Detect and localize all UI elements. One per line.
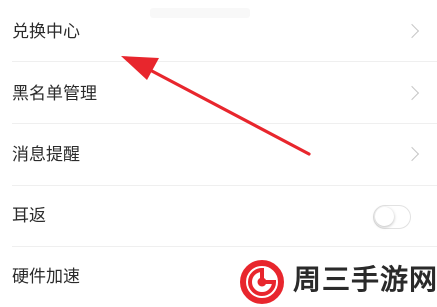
annotation-arrow-shaft <box>148 68 311 156</box>
watermark-logo-icon <box>240 260 284 304</box>
watermark: 周三手游网 <box>240 256 437 307</box>
watermark-text: 周三手游网 <box>293 263 437 296</box>
annotation-arrow-head <box>121 56 159 80</box>
